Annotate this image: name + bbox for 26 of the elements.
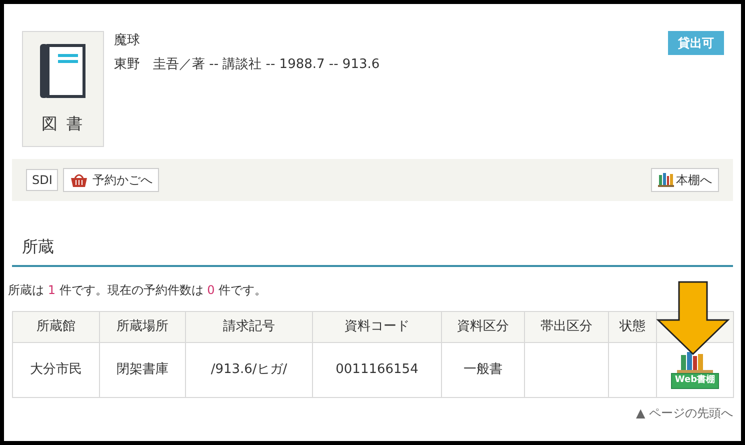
table-cell: 閉架書庫 <box>116 362 168 378</box>
column-header: 請求記号 <box>186 312 312 342</box>
table-cell: /913.6/ヒガ/ <box>210 362 288 378</box>
book-details: 東野 圭吾／著 -- 講談社 -- 1988.7 -- 913.6 <box>114 56 380 74</box>
availability-badge: 貸出可 <box>668 31 724 55</box>
column-header: 所蔵館 <box>12 312 100 342</box>
table-cell: 大分市民 <box>30 362 82 378</box>
holdings-summary: 所蔵は 1 件です。現在の予約件数は 0 件です。 <box>8 282 267 299</box>
basket-icon <box>70 172 88 188</box>
book-title: 魔球 <box>114 32 140 50</box>
column-header: 資料区分 <box>442 312 524 342</box>
sdi-button[interactable]: SDI <box>26 169 58 191</box>
bookshelf-button[interactable]: 本棚へ <box>651 168 719 192</box>
column-header: 帯出区分 <box>524 312 608 342</box>
column-header: 所蔵場所 <box>100 312 186 342</box>
book-icon <box>40 44 86 98</box>
cart-button[interactable]: 予約かごへ <box>63 168 160 192</box>
table-cell: 0011166154 <box>336 362 418 378</box>
page-top-link[interactable]: ▲ ページの先頭へ <box>636 404 733 422</box>
column-header: 資料コード <box>312 312 442 342</box>
column-header: 状態 <box>608 312 656 342</box>
bookshelf-icon <box>658 173 674 187</box>
type-label: 図 書 <box>41 113 85 135</box>
bookshelf-icon <box>675 351 715 374</box>
table-cell: 一般書 <box>464 362 502 378</box>
section-heading: 所蔵 <box>22 237 54 256</box>
